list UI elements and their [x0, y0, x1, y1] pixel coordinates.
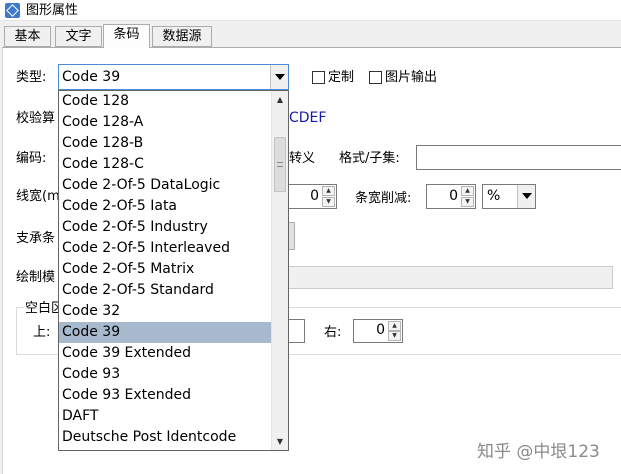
image-output-checkbox[interactable] [369, 71, 382, 84]
tab-basic[interactable]: 基本 [4, 26, 51, 47]
escape-label: 转义 [289, 151, 316, 166]
scroll-up-icon[interactable]: ▲ [272, 91, 288, 108]
check-digit-label: 校验算 [16, 111, 56, 126]
dropdown-option[interactable]: Code 2-Of-5 Standard [59, 280, 271, 301]
scrollbar-thumb[interactable] [274, 137, 286, 192]
watermark-logo: 知乎 [477, 442, 511, 462]
bearer-label: 支承条 [16, 231, 56, 246]
tab-datasource[interactable]: 数据源 [152, 26, 212, 47]
app-icon [5, 3, 20, 18]
image-output-checkbox-label: 图片输出 [385, 70, 438, 85]
tab-barcode[interactable]: 条码 [103, 24, 150, 48]
bar-reduce-unit-combo[interactable]: % [482, 184, 536, 209]
line-width-value: 0 [310, 188, 319, 204]
grip-icon [277, 162, 283, 167]
right-label: 右: [324, 325, 342, 340]
window-title: 图形属性 [26, 3, 79, 18]
dropdown-scrollbar[interactable]: ▲ ▼ [271, 91, 288, 450]
dropdown-option[interactable]: Code 128-B [59, 133, 271, 154]
dropdown-option[interactable]: Code 2-Of-5 DataLogic [59, 175, 271, 196]
title-bar: 图形属性 [0, 0, 621, 21]
chevron-down-icon [522, 193, 532, 199]
type-combo[interactable]: Code 39 [58, 64, 289, 90]
dropdown-option[interactable]: DAFT [59, 406, 271, 427]
dropdown-option-selected[interactable]: Code 39 [59, 322, 271, 343]
dropdown-option[interactable]: Code 93 Extended [59, 385, 271, 406]
type-combo-button[interactable] [270, 65, 288, 89]
dropdown-option[interactable]: Code 2-Of-5 Matrix [59, 259, 271, 280]
top-label: 上: [33, 325, 51, 340]
dropdown-option[interactable]: Code 2-Of-5 Interleaved [59, 238, 271, 259]
format-input[interactable] [416, 145, 621, 170]
right-input[interactable]: 0 ▲ ▼ [353, 319, 403, 343]
format-label: 格式/子集: [339, 151, 400, 166]
encoding-label: 编码: [16, 151, 47, 166]
dropdown-option[interactable]: Code 128-A [59, 112, 271, 133]
right-value: 0 [376, 322, 385, 338]
spin-down-icon[interactable]: ▼ [388, 331, 401, 341]
unit-combo-button[interactable] [517, 185, 535, 208]
spin-down-icon[interactable]: ▼ [461, 197, 474, 207]
dropdown-option[interactable]: Code 2-Of-5 Industry [59, 217, 271, 238]
bar-reduce-label: 条宽削减: [355, 191, 412, 206]
custom-checkbox-label: 定制 [328, 70, 355, 85]
dropdown-option[interactable]: Code 128 [59, 91, 271, 112]
dropdown-options: Code 128 Code 128-A Code 128-B Code 128-… [59, 91, 271, 450]
top-input[interactable] [289, 319, 305, 343]
chevron-down-icon [275, 74, 285, 80]
line-width-label: 线宽(m [16, 189, 60, 204]
spin-up-icon[interactable]: ▲ [388, 321, 401, 331]
type-label: 类型: [16, 70, 47, 85]
type-combo-value: Code 39 [62, 69, 121, 85]
dropdown-option[interactable]: Code 39 Extended [59, 343, 271, 364]
spin-down-icon[interactable]: ▼ [322, 197, 335, 207]
dropdown-option[interactable]: Deutsche Post Identcode [59, 427, 271, 448]
tab-text[interactable]: 文字 [55, 26, 102, 47]
watermark: 知乎 @中垠123 [477, 437, 600, 462]
custom-checkbox[interactable] [312, 71, 325, 84]
bar-reduce-value: 0 [449, 188, 458, 204]
dropdown-option[interactable]: Code 2-Of-5 Iata [59, 196, 271, 217]
dropdown-option[interactable]: Code 32 [59, 301, 271, 322]
scroll-down-icon[interactable]: ▼ [272, 433, 288, 450]
bar-reduce-unit-value: % [487, 188, 501, 204]
draw-mode-combo[interactable] [289, 266, 613, 289]
line-width-input[interactable]: 0 ▲ ▼ [289, 184, 337, 209]
spin-up-icon[interactable]: ▲ [461, 186, 474, 196]
bar-reduce-input[interactable]: 0 ▲ ▼ [426, 184, 476, 209]
bearer-button[interactable] [289, 222, 295, 250]
spin-up-icon[interactable]: ▲ [322, 186, 335, 196]
check-digit-value: CDEF [289, 110, 327, 126]
type-dropdown-list[interactable]: Code 128 Code 128-A Code 128-B Code 128-… [58, 90, 289, 451]
draw-mode-label: 绘制模 [16, 270, 56, 285]
watermark-handle: @中垠123 [516, 442, 600, 462]
dropdown-option[interactable]: Code 128-C [59, 154, 271, 175]
dropdown-option[interactable]: Code 93 [59, 364, 271, 385]
